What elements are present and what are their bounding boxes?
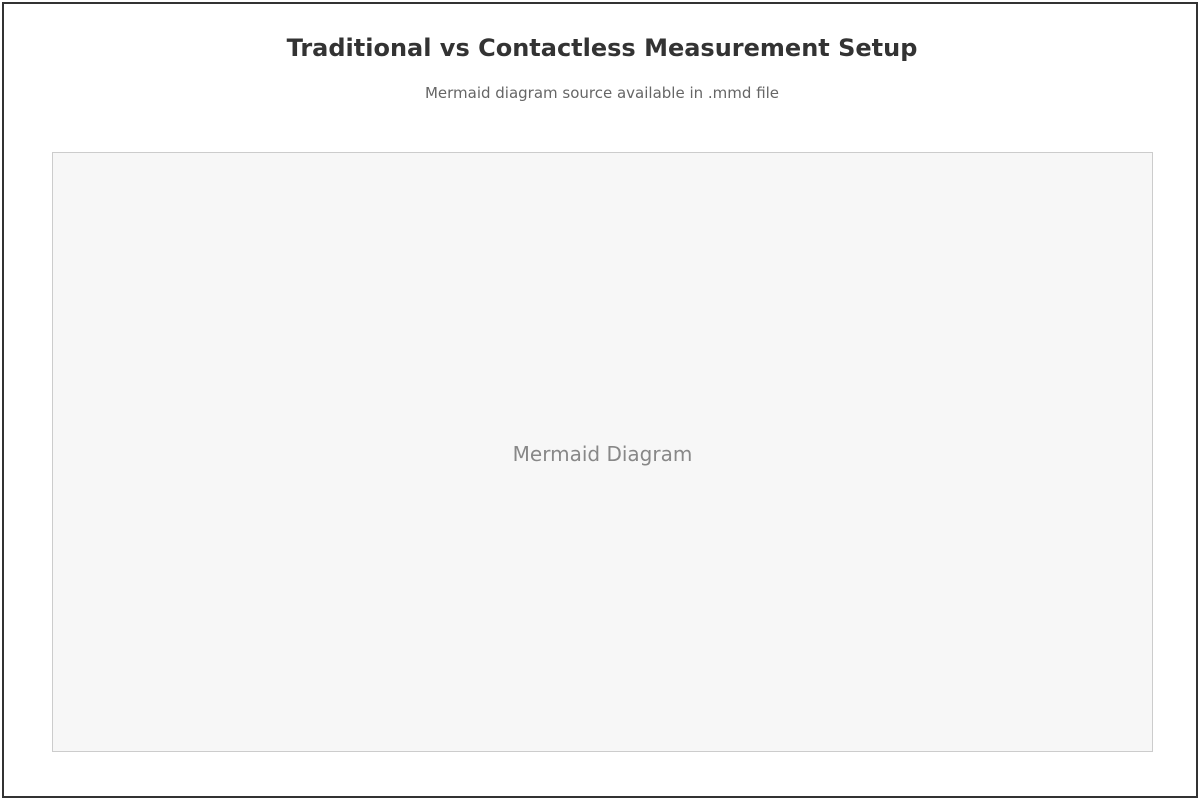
diagram-placeholder-label: Mermaid Diagram (512, 441, 693, 466)
diagram-placeholder-panel: Mermaid Diagram (52, 152, 1153, 752)
page-subtitle: Mermaid diagram source available in .mmd… (424, 84, 780, 102)
page-frame: Traditional vs Contactless Measurement S… (2, 2, 1198, 798)
page-title: Traditional vs Contactless Measurement S… (286, 34, 918, 62)
